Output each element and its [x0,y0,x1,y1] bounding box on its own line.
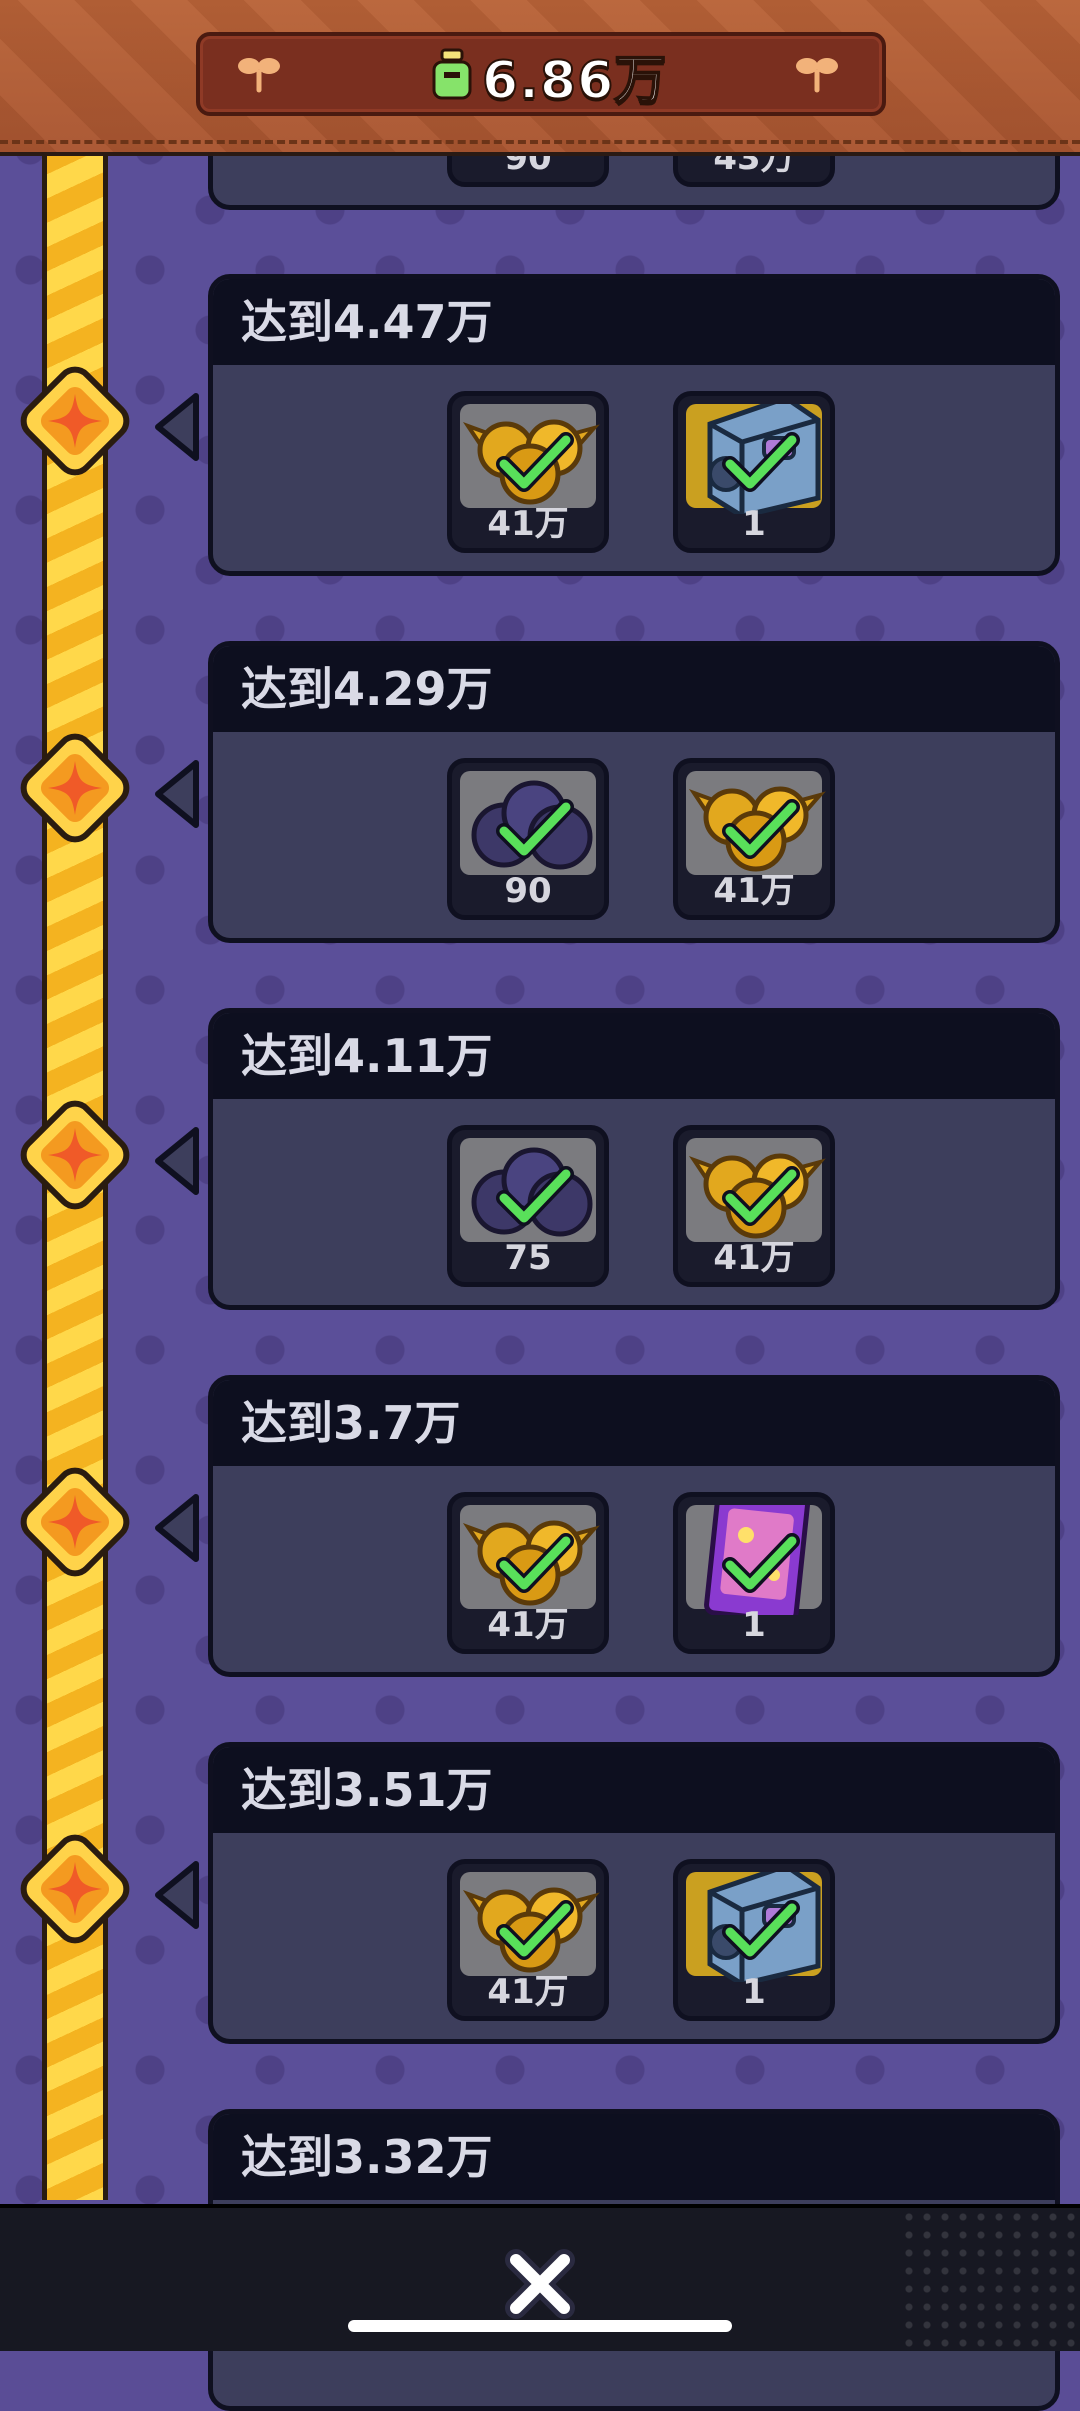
check-icon [496,1533,574,1593]
reward-image [686,1505,822,1615]
reward-image [460,771,596,875]
reward-slot[interactable]: 41万 [447,1492,609,1654]
arrow-left-icon [155,1861,199,1929]
check-icon [722,1166,800,1226]
milestone-card: 达到3.7万 41万 1 [208,1375,1060,1677]
check-icon [496,1900,574,1960]
check-icon [722,432,800,492]
reward-slot[interactable]: 41万 [673,758,835,920]
arrow-left-icon [155,760,199,828]
reward-quantity: 1 [742,1972,766,2012]
reward-slot[interactable]: 75 [447,1125,609,1287]
milestone-card-header: 达到4.29万 [213,646,1055,732]
bottom-bar [0,2204,1080,2351]
reward-image [460,1138,596,1242]
milestone-gem-icon [20,366,130,476]
milestone-card: 达到4.47万 41万 1 [208,274,1060,576]
reward-slot[interactable]: 1 [673,1859,835,2021]
reward-slot[interactable]: 1 [673,1492,835,1654]
milestone-title: 达到3.51万 [241,1763,493,1817]
milestone-card-header: 达到4.11万 [213,1013,1055,1099]
reward-image [460,404,600,508]
milestone-card-header: 达到3.32万 [213,2114,1055,2200]
check-icon [722,1533,800,1593]
milestone-title: 达到3.7万 [241,1396,461,1450]
reward-slot[interactable]: 1 [673,391,835,553]
milestone-gem-icon [20,1834,130,1944]
reward-quantity: 41万 [487,504,569,544]
arrow-left-icon [155,1494,199,1562]
sprout-icon [796,58,838,93]
milestone-card: 达到4.29万 90 41万 [208,641,1060,943]
milestone-title: 达到4.29万 [241,662,493,716]
reward-image [686,1138,826,1242]
reward-quantity: 90 [504,871,552,911]
reward-quantity: 41万 [487,1605,569,1645]
reward-image [686,404,822,514]
close-icon[interactable] [500,2244,580,2324]
arrow-left-icon [155,1127,199,1195]
check-icon [496,432,574,492]
milestone-title: 达到4.47万 [241,295,493,349]
reward-slot[interactable]: 41万 [447,391,609,553]
milestone-card-header: 达到3.7万 [213,1380,1055,1466]
reward-image [460,1505,600,1609]
milestone-card-header: 达到3.51万 [213,1747,1055,1833]
reward-slot[interactable]: 41万 [447,1859,609,2021]
check-icon [496,799,574,859]
dot-pattern [900,2208,1080,2351]
reward-quantity: 1 [742,1605,766,1645]
potion-icon [432,48,472,100]
reward-slot[interactable]: 90 [447,758,609,920]
milestone-card-header: 达到4.47万 [213,279,1055,365]
arrow-left-icon [155,393,199,461]
score-display: 6.86万 [430,42,667,112]
milestone-card: 达到3.51万 41万 1 [208,1742,1060,2044]
milestone-title: 达到3.32万 [241,2130,493,2184]
reward-quantity: 1 [742,504,766,544]
milestone-gem-icon [20,733,130,843]
reward-image [686,771,826,875]
milestone-gem-icon [20,1467,130,1577]
milestone-gem-icon [20,1100,130,1210]
milestone-title: 达到4.11万 [241,1029,493,1083]
reward-quantity: 41万 [487,1972,569,2012]
home-indicator[interactable] [348,2320,732,2332]
reward-quantity: 41万 [713,871,795,911]
reward-quantity: 41万 [713,1238,795,1278]
sprout-icon [238,58,280,93]
milestone-card: 达到4.11万 75 41万 [208,1008,1060,1310]
reward-image [686,1872,822,1982]
score-value: 6.86万 [481,50,668,112]
header-bar: 6.86万 [0,0,1080,152]
check-icon [722,1900,800,1960]
reward-quantity: 75 [504,1238,552,1278]
reward-slot[interactable]: 41万 [673,1125,835,1287]
check-icon [496,1166,574,1226]
check-icon [722,799,800,859]
reward-image [460,1872,600,1976]
